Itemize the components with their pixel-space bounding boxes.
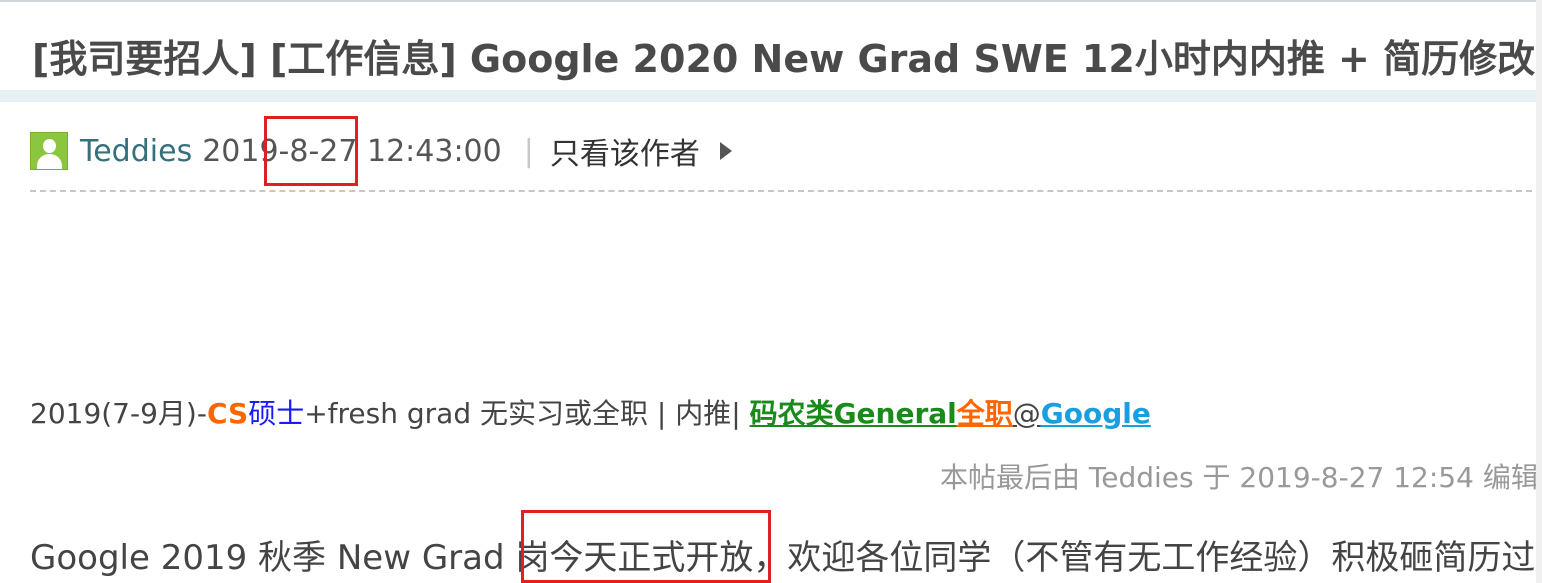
thread-title: [我司要招人] [工作信息] Google 2020 New Grad SWE … bbox=[32, 28, 1542, 83]
tag-prefix: 2019(7-9月)- bbox=[30, 397, 207, 430]
dashed-divider bbox=[30, 190, 1542, 192]
tag-company-link[interactable]: Google bbox=[1041, 397, 1151, 430]
post-tag-line: 2019(7-9月)-CS硕士+fresh grad 无实习或全职 | 内推| … bbox=[30, 392, 1151, 432]
tag-fulltime-link[interactable]: 全职 bbox=[957, 397, 1013, 430]
top-border bbox=[0, 0, 1542, 2]
author-row: Teddies 2019-8-27 12:43:00 | 只看该作者 bbox=[30, 130, 732, 172]
tag-cs: CS bbox=[206, 397, 249, 430]
tag-master: 硕士 bbox=[248, 397, 305, 430]
avatar-icon[interactable] bbox=[30, 132, 68, 170]
separator: | bbox=[523, 133, 534, 169]
only-author-link[interactable]: 只看该作者 bbox=[550, 129, 700, 173]
title-divider-band bbox=[0, 90, 1542, 102]
post-body-text: Google 2019 秋季 New Grad 岗今天正式开放，欢迎各位同学（不… bbox=[30, 538, 1542, 578]
thread-title-text: [我司要招人] [工作信息] Google 2020 New Grad SWE … bbox=[32, 37, 1536, 81]
author-name-link[interactable]: Teddies bbox=[80, 134, 192, 169]
tag-after-master: +fresh grad 无实习或全职 | 内推| bbox=[304, 397, 750, 430]
tag-category-link[interactable]: 码农类General bbox=[750, 397, 957, 430]
edit-note: 本帖最后由 Teddies 于 2019-8-27 12:54 编辑 bbox=[940, 461, 1539, 494]
page-right-edge bbox=[1536, 0, 1542, 583]
play-arrow-icon[interactable] bbox=[719, 142, 732, 160]
post-time: 2019-8-27 12:43:00 bbox=[202, 133, 502, 169]
tag-at: @ bbox=[1012, 397, 1041, 430]
forum-thread-page: [我司要招人] [工作信息] Google 2020 New Grad SWE … bbox=[0, 0, 1542, 583]
